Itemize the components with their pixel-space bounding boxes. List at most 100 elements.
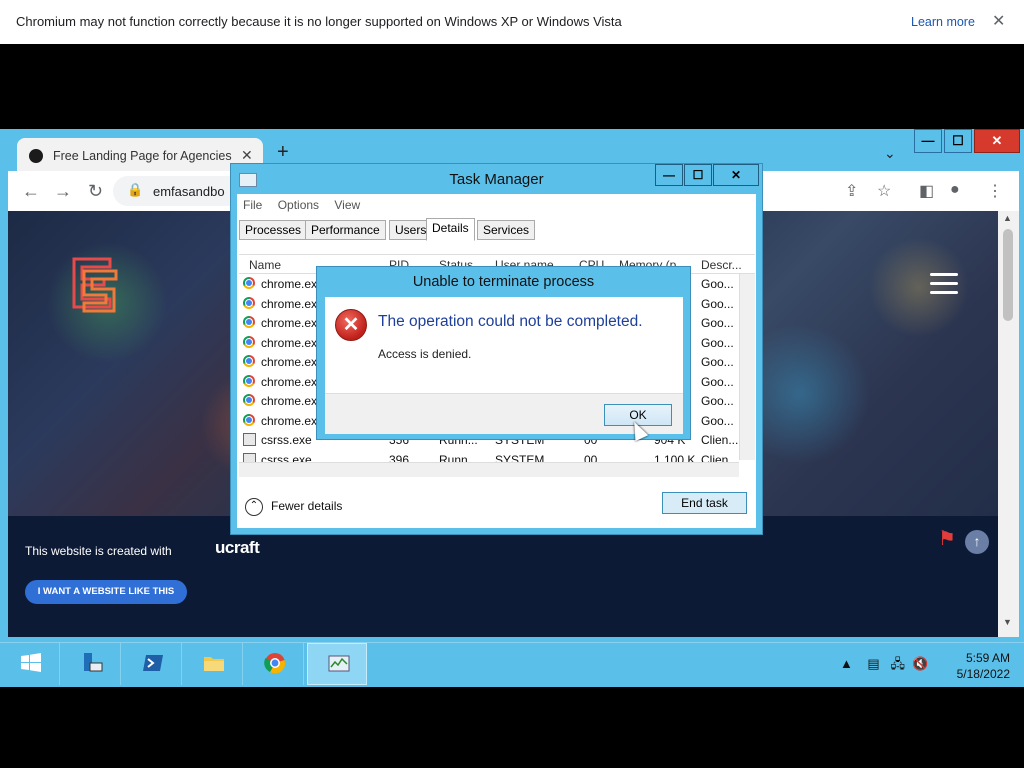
taskbar-clock[interactable]: 5:59 AM 5/18/2022 [944, 650, 1010, 682]
website-like-this-button[interactable]: I WANT A WEBSITE LIKE THIS [25, 580, 187, 604]
tm-close-button[interactable]: ✕ [713, 164, 759, 186]
unsupported-os-infobar: Chromium may not function correctly beca… [0, 0, 1024, 44]
chrome-process-icon [243, 413, 255, 426]
table-vertical-scrollbar[interactable] [739, 274, 755, 460]
chrome-close-button[interactable]: ✕ [974, 129, 1020, 153]
table-horizontal-scrollbar[interactable] [239, 462, 739, 477]
reload-icon[interactable]: ↻ [88, 181, 103, 202]
process-desc: Clien... [701, 433, 739, 447]
chrome-process-icon [243, 335, 255, 348]
menu-view[interactable]: View [334, 198, 360, 212]
forward-arrow-icon[interactable]: → [54, 181, 72, 202]
new-tab-button[interactable]: + [277, 142, 289, 162]
learn-more-link[interactable]: Learn more [911, 15, 975, 29]
chrome-icon [264, 653, 286, 674]
taskbar-file-explorer[interactable] [183, 643, 243, 685]
infobar-message: Chromium may not function correctly beca… [16, 14, 622, 29]
browser-tab[interactable]: Free Landing Page for Agencies ✕ [17, 138, 263, 171]
scrollbar-thumb[interactable] [1003, 229, 1013, 321]
tab-title: Free Landing Page for Agencies [53, 149, 232, 163]
fewer-details-label: Fewer details [271, 499, 343, 514]
menu-options[interactable]: Options [278, 198, 319, 212]
process-desc: Goo... [701, 296, 734, 311]
dialog-body: ✕ The operation could not be completed. … [325, 297, 683, 393]
chrome-process-icon [243, 394, 255, 406]
report-flag-icon[interactable]: ⚑ [938, 526, 956, 551]
tab-close-icon[interactable]: ✕ [241, 147, 253, 164]
menu-kebab-icon[interactable]: ⋮ [987, 181, 1003, 201]
powershell-icon [143, 655, 163, 671]
show-hidden-icons-icon[interactable]: ▲ [840, 656, 853, 671]
chrome-process-icon [243, 374, 255, 387]
scroll-up-icon[interactable]: ▲ [1003, 213, 1012, 223]
bookmark-star-icon[interactable]: ☆ [877, 181, 891, 201]
scroll-down-icon[interactable]: ▼ [1003, 617, 1012, 627]
clock-time: 5:59 AM [965, 651, 1010, 665]
page-scrollbar[interactable]: ▲ ▼ [998, 211, 1019, 637]
taskbar-server-manager[interactable] [61, 643, 121, 685]
process-name: chrome.ex [261, 296, 318, 311]
start-button[interactable] [0, 643, 60, 685]
tab-search-chevron-icon[interactable]: ⌄ [884, 145, 896, 162]
process-name: chrome.ex [261, 413, 318, 428]
chrome-minimize-button[interactable]: — [914, 129, 942, 153]
process-name: chrome.ex [261, 374, 318, 389]
taskbar-powershell[interactable] [122, 643, 182, 685]
lock-icon: 🔒 [127, 182, 144, 197]
process-name: chrome.ex [261, 355, 318, 369]
tab-processes[interactable]: Processes [239, 220, 308, 240]
tm-minimize-button[interactable]: — [655, 164, 683, 186]
process-desc: Goo... [701, 277, 734, 291]
tm-menu-bar: File Options View [243, 198, 372, 212]
process-name: chrome.ex [261, 316, 318, 330]
chrome-process-icon [243, 316, 255, 328]
menu-file[interactable]: File [243, 198, 262, 212]
process-desc: Goo... [701, 335, 734, 350]
infobar-close-icon[interactable]: ✕ [992, 11, 1005, 31]
taskbar-task-manager[interactable] [307, 643, 367, 685]
taskbar-chrome[interactable] [244, 643, 304, 685]
server-manager-icon [84, 653, 103, 672]
tm-maximize-button[interactable]: ☐ [684, 164, 712, 186]
ucraft-logo[interactable]: ucraft [215, 538, 260, 558]
system-process-icon [243, 433, 256, 446]
process-desc: Goo... [701, 355, 734, 369]
process-desc: Goo... [701, 413, 734, 428]
process-name: chrome.ex [261, 335, 318, 350]
chrome-process-icon [243, 296, 255, 309]
network-icon[interactable]: 🖧 [890, 656, 905, 671]
tab-performance[interactable]: Performance [305, 220, 386, 240]
back-arrow-icon[interactable]: ← [22, 181, 40, 202]
process-desc: Goo... [701, 316, 734, 330]
created-with-text: This website is created with [25, 544, 172, 558]
tab-services[interactable]: Services [477, 220, 536, 240]
process-desc: Goo... [701, 374, 734, 389]
chrome-process-icon [243, 277, 255, 289]
chrome-maximize-button[interactable]: ☐ [944, 129, 972, 153]
process-desc: Goo... [701, 394, 734, 408]
url-text: emfasandbo [153, 184, 225, 199]
site-logo-icon [72, 257, 118, 313]
scroll-top-button[interactable]: ↑ [965, 530, 989, 554]
tm-footer: ⌃ Fewer details End task [237, 484, 756, 528]
process-name: chrome.ex [261, 277, 318, 291]
tab-details[interactable]: Details [426, 218, 475, 241]
share-icon[interactable]: ⇪ [845, 181, 858, 201]
profile-icon[interactable]: ● [950, 181, 960, 199]
folder-icon [204, 657, 224, 671]
col-name[interactable]: Name [249, 258, 281, 272]
end-task-button[interactable]: End task [662, 492, 747, 514]
hamburger-menu-icon[interactable] [930, 273, 958, 300]
dialog-title: Unable to terminate process [412, 274, 595, 290]
fewer-details-button[interactable]: ⌃ Fewer details [245, 498, 342, 516]
process-name: chrome.ex [261, 394, 318, 408]
action-center-icon[interactable]: ▤ [867, 656, 879, 671]
system-tray: ▲ ▤ 🖧 🔇 [840, 655, 928, 677]
volume-muted-icon[interactable]: 🔇 [912, 656, 928, 671]
windows-taskbar: ▲ ▤ 🖧 🔇 5:59 AM 5/18/2022 [0, 642, 1024, 687]
process-name: csrss.exe [261, 433, 312, 447]
side-panel-icon[interactable]: ◧ [919, 181, 934, 201]
dialog-detail-text: Access is denied. [378, 347, 472, 361]
clock-date: 5/18/2022 [956, 667, 1010, 681]
col-description[interactable]: Descr... [701, 258, 742, 272]
